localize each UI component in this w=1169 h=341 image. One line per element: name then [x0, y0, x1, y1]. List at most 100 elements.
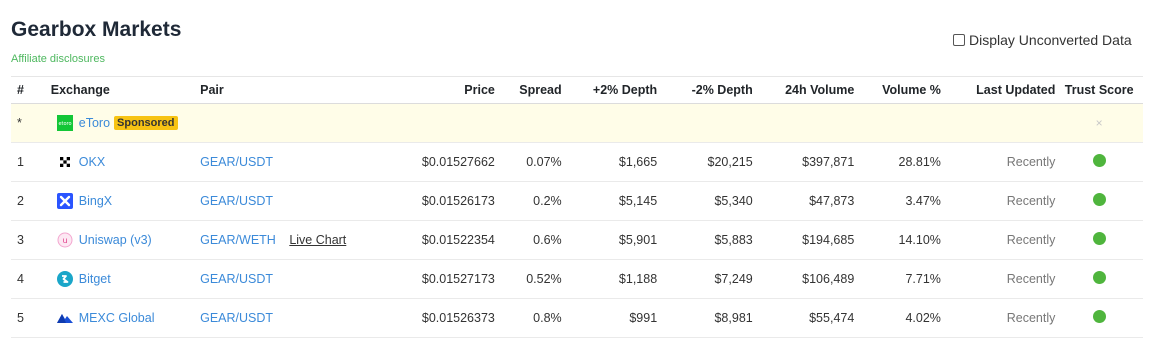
exchange-link[interactable]: OKX	[79, 155, 105, 169]
spread-cell: 0.8%	[494, 298, 562, 338]
depth-minus-cell: $7,249	[657, 259, 753, 299]
price-cell: $0.01527173	[410, 259, 495, 299]
depth-minus-cell: $8,981	[657, 298, 753, 338]
trust-score-dot	[1092, 193, 1106, 206]
pair-cell: GEAR/USDT	[200, 142, 411, 182]
volume-pct-cell: 4.02%	[854, 298, 941, 338]
table-row[interactable]: 2 BingX GEAR/USDT $0.01526173 0.2% $5,14…	[11, 181, 1143, 221]
table-row[interactable]: 4 Bitget GEAR/USDT $0.01527173 0.52% $1,…	[11, 259, 1143, 299]
close-icon: ×	[1095, 116, 1103, 130]
price-cell: $0.01522354	[410, 220, 495, 260]
depth-plus-cell: $1,665	[561, 142, 658, 182]
depth-plus-cell: $991	[561, 298, 658, 338]
row-number: 5	[11, 298, 51, 338]
volume-cell: $106,489	[752, 259, 855, 299]
live-chart-link[interactable]: Live Chart	[289, 233, 346, 247]
exchange-link[interactable]: eToro	[79, 116, 110, 130]
table-row[interactable]: 5 MEXC Global GEAR/USDT $0.01526373 0.8%…	[11, 298, 1143, 338]
pair-link[interactable]: GEAR/USDT	[200, 272, 273, 286]
pair-link[interactable]: GEAR/USDT	[200, 311, 273, 325]
trust-score-dot	[1092, 154, 1106, 167]
exchange-cell: BingX	[50, 181, 201, 221]
sponsored-badge: Sponsored	[114, 116, 178, 130]
pair-cell: GEAR/USDT	[200, 259, 411, 299]
pair-cell: GEAR/WETH Live Chart	[200, 220, 411, 260]
exchange-link[interactable]: BingX	[79, 194, 112, 208]
depth-minus-cell: $20,215	[657, 142, 753, 182]
last-updated-cell: Recently	[940, 181, 1056, 221]
price-cell: $0.01526173	[410, 181, 495, 221]
volume-cell: $55,474	[752, 298, 855, 338]
exchange-cell: Bitget	[50, 259, 201, 299]
volume-pct-cell: 3.47%	[854, 181, 941, 221]
svg-text:u: u	[62, 236, 67, 245]
trust-score-dot	[1092, 310, 1106, 323]
volume-cell: $47,873	[752, 181, 855, 221]
col-header-depth-minus[interactable]: -2% Depth	[657, 76, 753, 104]
row-number: 3	[11, 220, 51, 260]
trust-score-dot	[1092, 271, 1106, 284]
col-header-depth-plus[interactable]: +2% Depth	[561, 76, 658, 104]
exchange-link[interactable]: Uniswap (v3)	[79, 233, 152, 247]
page-title: Gearbox Markets	[11, 18, 182, 41]
last-updated-cell: Recently	[940, 220, 1056, 260]
spread-cell: 0.6%	[494, 220, 562, 260]
col-header-price[interactable]: Price	[410, 76, 495, 104]
last-updated-cell: Recently	[940, 142, 1056, 182]
markets-table: # Exchange Pair Price Spread +2% Depth -…	[11, 76, 1143, 338]
etoro-logo-icon: etoro	[56, 115, 73, 131]
row-number: 2	[11, 181, 51, 221]
col-header-num: #	[11, 76, 51, 104]
volume-pct-cell: 28.81%	[854, 142, 941, 182]
pair-link[interactable]: GEAR/USDT	[200, 194, 273, 208]
col-header-volume[interactable]: 24h Volume	[752, 76, 855, 104]
table-header-row: # Exchange Pair Price Spread +2% Depth -…	[11, 76, 1143, 104]
spread-cell: 0.07%	[494, 142, 562, 182]
sponsored-row[interactable]: * etoro eToro Sponsored ×	[11, 103, 1143, 143]
exchange-cell: u Uniswap (v3)	[50, 220, 201, 260]
price-cell: $0.01526373	[410, 298, 495, 338]
depth-minus-cell: $5,340	[657, 181, 753, 221]
volume-pct-cell: 7.71%	[854, 259, 941, 299]
col-header-last-updated[interactable]: Last Updated	[940, 76, 1056, 104]
price-cell: $0.01527662	[410, 142, 495, 182]
last-updated-cell: Recently	[940, 298, 1056, 338]
volume-cell: $194,685	[752, 220, 855, 260]
col-header-trust-score[interactable]: Trust Score	[1055, 76, 1143, 104]
row-number: *	[11, 103, 51, 143]
spread-cell: 0.2%	[494, 181, 562, 221]
row-number: 1	[11, 142, 51, 182]
exchange-link[interactable]: Bitget	[79, 272, 111, 286]
col-header-volume-pct[interactable]: Volume %	[854, 76, 941, 104]
bitget-logo-icon	[56, 271, 73, 287]
col-header-pair[interactable]: Pair	[200, 76, 411, 104]
depth-minus-cell: $5,883	[657, 220, 753, 260]
exchange-cell: MEXC Global	[50, 298, 201, 338]
exchange-link[interactable]: MEXC Global	[79, 311, 155, 325]
exchange-cell: etoro eToro Sponsored	[50, 103, 411, 143]
depth-plus-cell: $1,188	[561, 259, 658, 299]
bingx-logo-icon	[56, 193, 73, 209]
pair-link[interactable]: GEAR/WETH	[200, 233, 276, 247]
pair-link[interactable]: GEAR/USDT	[200, 155, 273, 169]
depth-plus-cell: $5,901	[561, 220, 658, 260]
last-updated-cell: Recently	[940, 259, 1056, 299]
table-row[interactable]: 1 OKX GEAR/USDT $0.01527662 0.07% $1,665…	[11, 142, 1143, 182]
col-header-exchange[interactable]: Exchange	[50, 76, 201, 104]
table-row[interactable]: 3 u Uniswap (v3) GEAR/WETH Live Chart $0…	[11, 220, 1143, 260]
display-unconverted-toggle[interactable]: Display Unconverted Data	[953, 32, 1132, 48]
uniswap-logo-icon: u	[57, 232, 73, 248]
svg-text:etoro: etoro	[58, 121, 71, 127]
volume-cell: $397,871	[752, 142, 855, 182]
unconverted-checkbox[interactable]	[953, 34, 965, 46]
col-header-spread[interactable]: Spread	[494, 76, 562, 104]
trust-score-dot	[1092, 232, 1106, 245]
exchange-cell: OKX	[50, 142, 201, 182]
pair-cell: GEAR/USDT	[200, 181, 411, 221]
okx-logo-icon	[59, 157, 70, 167]
affiliate-disclosures-link[interactable]: Affiliate disclosures	[11, 53, 105, 65]
row-number: 4	[11, 259, 51, 299]
depth-plus-cell: $5,145	[561, 181, 658, 221]
unconverted-label: Display Unconverted Data	[969, 32, 1132, 48]
volume-pct-cell: 14.10%	[854, 220, 941, 260]
